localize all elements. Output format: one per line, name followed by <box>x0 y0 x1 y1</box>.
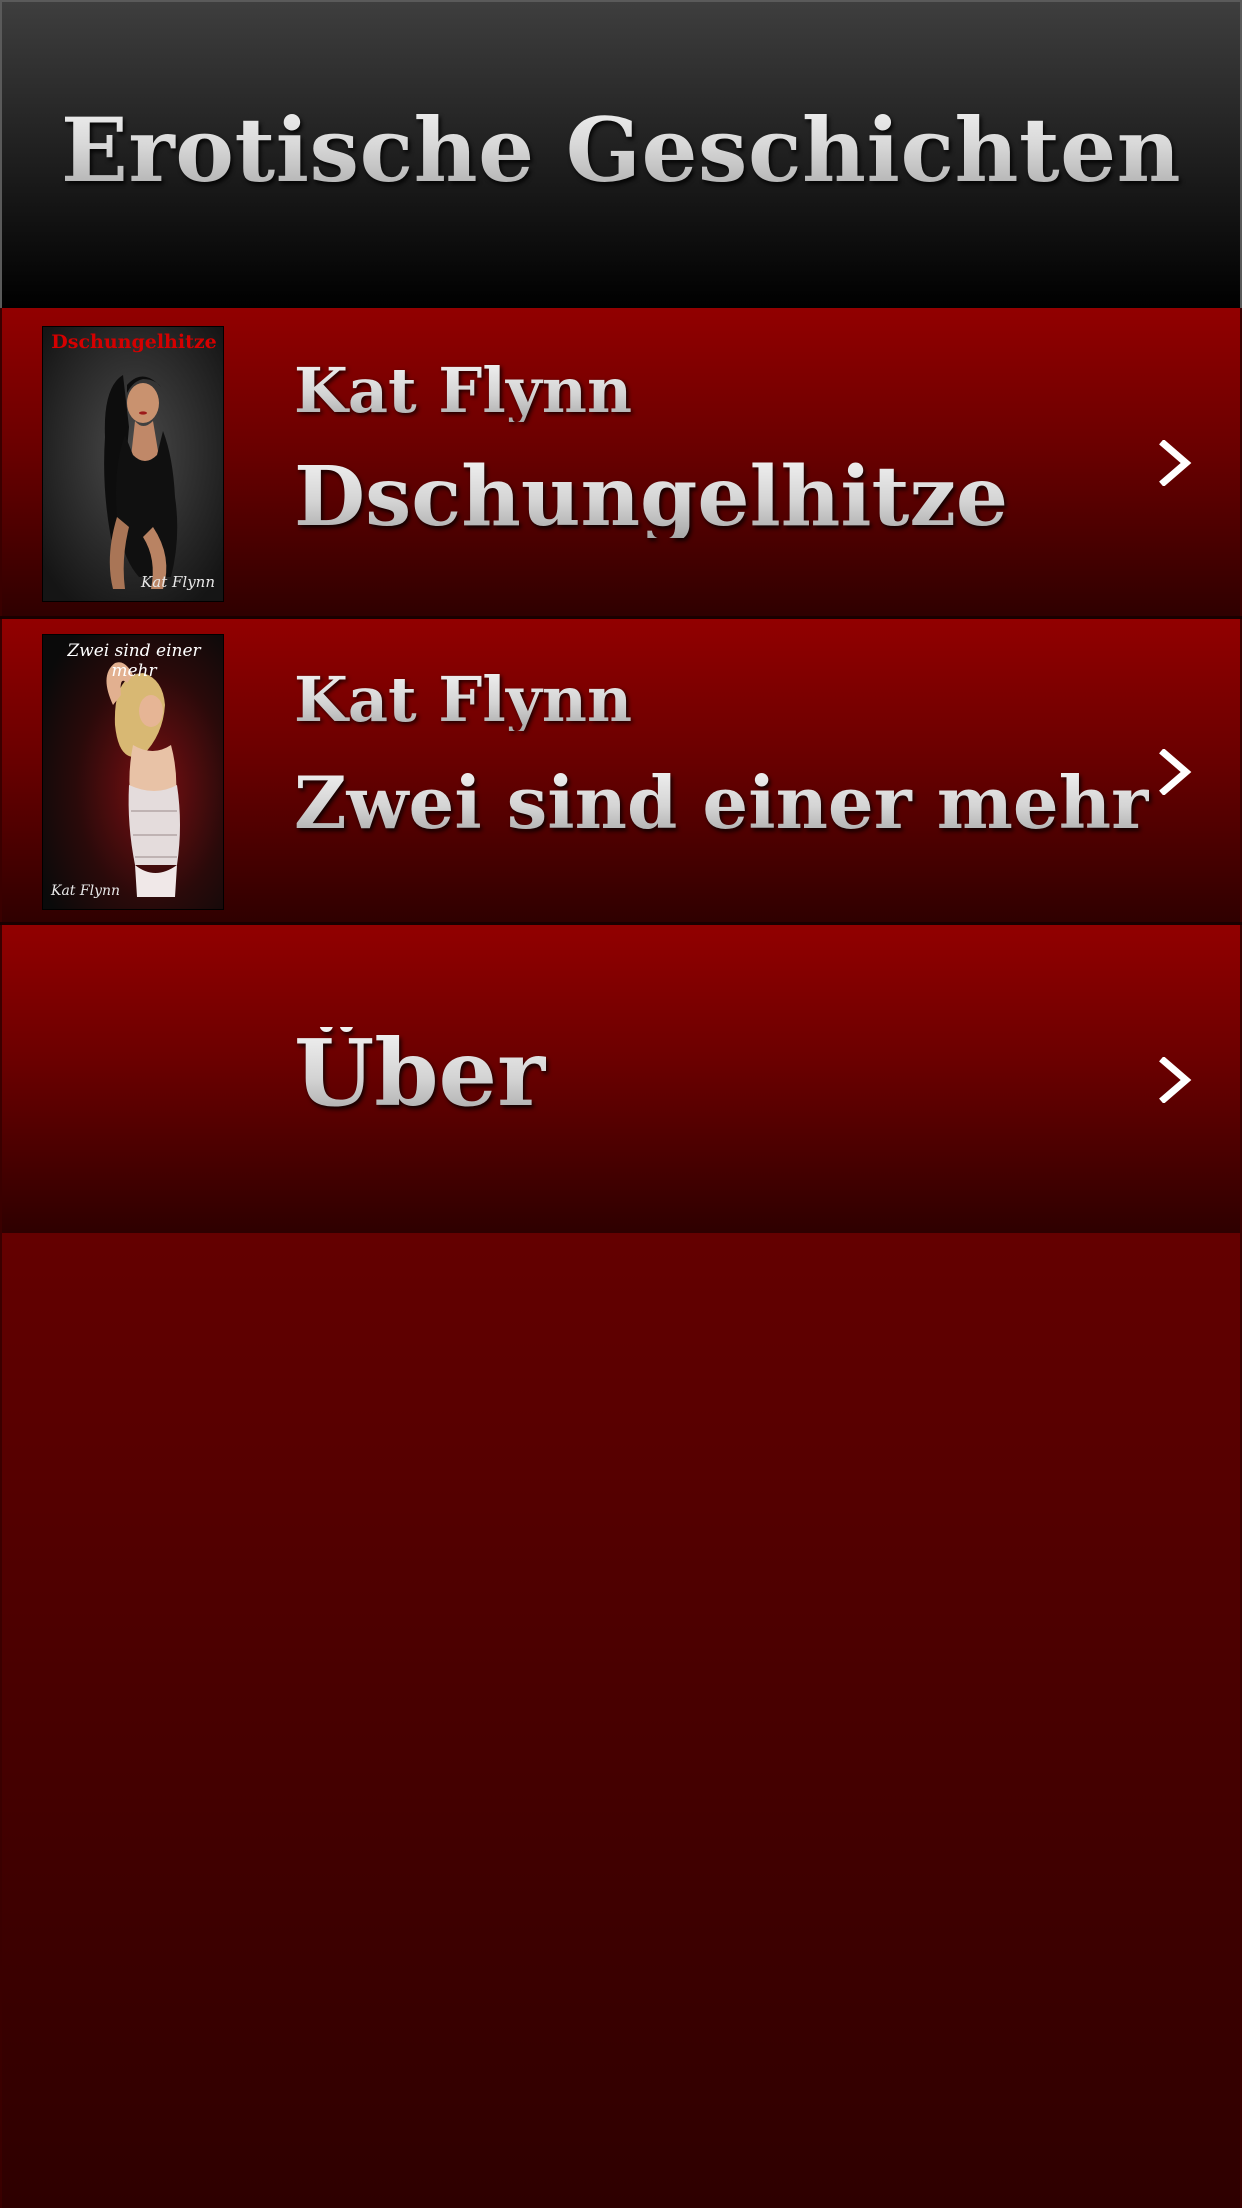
cover-author-text: Kat Flynn <box>141 573 215 591</box>
about-list-item[interactable]: Über <box>0 925 1242 1233</box>
book-author: Kat Flynn <box>294 360 1008 422</box>
book-author: Kat Flynn <box>294 669 1149 731</box>
cover-title-text: Dschungelhitze <box>51 331 217 353</box>
cover-title-text: Zwei sind einer mehr <box>67 641 201 681</box>
book-title: Zwei sind einer mehr <box>294 760 1149 845</box>
chevron-right-icon <box>1158 1057 1192 1103</box>
chevron-right-icon <box>1158 749 1192 795</box>
book-cover-image: Zwei sind einer mehr Kat Flynn <box>42 634 224 910</box>
book-title: Dschungelhitze <box>294 449 1009 545</box>
book-list-item-dschungelhitze[interactable]: Dschungelhitze Kat Flynn Kat Flynn Dschu… <box>0 308 1242 619</box>
book-info: Kat Flynn Dschungelhitze <box>294 360 1009 545</box>
cover-author-text: Kat Flynn <box>51 883 121 899</box>
book-list-item-zwei-sind-einer-mehr[interactable]: Zwei sind einer mehr Kat Flynn Kat Flynn… <box>0 619 1242 925</box>
book-cover-image: Dschungelhitze Kat Flynn <box>42 326 224 602</box>
about-label: Über <box>294 1019 546 1127</box>
chevron-right-icon <box>1158 440 1192 486</box>
app-screen: Erotische Geschichten Dschungelhitze Kat… <box>0 0 1242 2208</box>
empty-list-background <box>0 1233 1242 2208</box>
book-info: Kat Flynn Zwei sind einer mehr <box>294 669 1149 839</box>
header-bar: Erotische Geschichten <box>0 0 1242 308</box>
page-title: Erotische Geschichten <box>60 98 1182 202</box>
